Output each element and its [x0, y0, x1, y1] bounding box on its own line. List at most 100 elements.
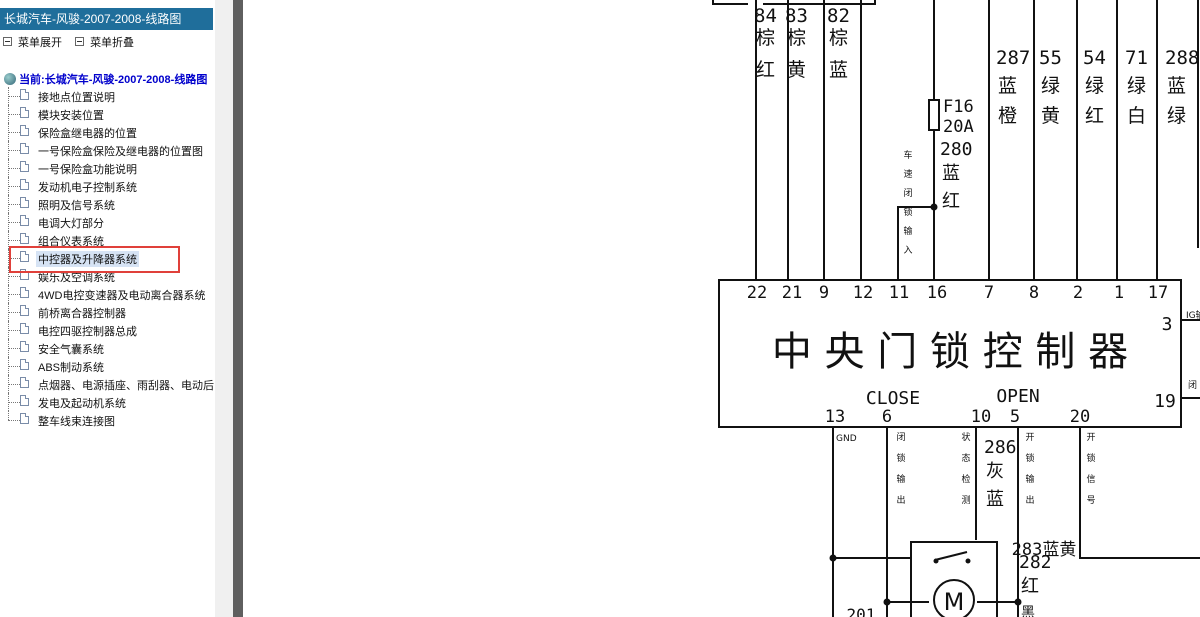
wire-color: 棕: [787, 27, 806, 49]
splitter[interactable]: [215, 0, 235, 617]
unlock-signal-label-char: 号: [1086, 495, 1095, 506]
expand-menu-button[interactable]: 菜单展开: [3, 34, 62, 50]
tree-item-label: 电控四驱控制器总成: [38, 326, 137, 338]
tree-connector: [8, 186, 20, 187]
tree-connector: [8, 168, 20, 169]
wire-color: 蓝: [998, 75, 1017, 97]
tree-item[interactable]: ABS制动系统: [0, 357, 214, 375]
tree-item[interactable]: 保险盒继电器的位置: [0, 123, 214, 141]
document-icon: [20, 143, 29, 154]
lock-output-label-char: 闭: [896, 431, 905, 443]
tree-connector: [8, 384, 20, 385]
wire-color: 蓝: [829, 59, 848, 81]
tree-connector: [8, 204, 20, 205]
lock-output-label-char: 出: [896, 494, 905, 506]
pin-number: 6: [882, 407, 892, 427]
vehicle-speed-label-char: 锁: [903, 206, 912, 218]
sidebar-panel: 长城汽车-风骏-2007-2008-线路图 菜单展开 菜单折叠 当前:长城汽车-…: [0, 0, 215, 617]
wire-color: 红: [1021, 576, 1039, 597]
tree-item[interactable]: 一号保险盒功能说明: [0, 159, 214, 177]
expand-icon: [3, 37, 12, 46]
tree-connector: [8, 240, 20, 241]
wire-color: 黄: [1041, 105, 1060, 127]
wire-color: 红: [942, 191, 960, 212]
unlock-output-label-char: 开: [1025, 432, 1034, 443]
document-icon: [20, 377, 29, 388]
wire-color: 灰: [986, 461, 1004, 482]
junction-dot: [829, 554, 837, 562]
document-icon: [20, 161, 29, 172]
document-icon: [20, 413, 29, 424]
tree-root-label: 当前:长城汽车-风骏-2007-2008-线路图: [19, 74, 208, 86]
unlock-signal-label-char: 开: [1086, 432, 1095, 443]
tree-item[interactable]: 照明及信号系统: [0, 195, 214, 213]
status-detect-label-char: 态: [961, 452, 970, 464]
tree-connector: [8, 312, 20, 313]
tree-item-label: 电调大灯部分: [38, 218, 104, 230]
pin-number: 16: [927, 283, 947, 303]
pin-3: 3: [1162, 314, 1173, 335]
wire-number: 84: [754, 5, 777, 27]
document-icon: [20, 287, 29, 298]
tree-item-label: 整车线束连接图: [38, 416, 115, 428]
switch-contact: [933, 558, 939, 564]
wire-color: 白: [1127, 105, 1146, 127]
tree-item-label: 点烟器、电源插座、雨刮器、电动后: [38, 380, 214, 392]
document-icon: [20, 197, 29, 208]
tree-item[interactable]: 一号保险盒保险及继电器的位置图: [0, 141, 214, 159]
tree-item[interactable]: 电控四驱控制器总成: [0, 321, 214, 339]
unlock-output-label-char: 输: [1025, 473, 1034, 485]
wire-color: 蓝: [986, 489, 1004, 510]
tree-connector: [8, 402, 20, 403]
tree-item-label: 照明及信号系统: [38, 200, 115, 212]
status-detect-label-char: 检: [961, 473, 970, 485]
tree-item[interactable]: 整车线束连接图: [0, 411, 214, 429]
collapse-icon: [75, 37, 85, 46]
tree-item-label: 4WD电控变速器及电动离合器系统: [38, 290, 206, 302]
tree-item[interactable]: 发动机电子控制系统: [0, 177, 214, 195]
diagram-viewer: M 中 央 门 锁 控 制 器 CLOSE OPEN 3 19 IG输 闭 GN…: [243, 0, 1200, 617]
splitter-bar[interactable]: [233, 0, 243, 617]
close-label: CLOSE: [866, 388, 920, 409]
junction-dot: [930, 203, 938, 211]
tree-item[interactable]: 安全气囊系统: [0, 339, 214, 357]
tree-item[interactable]: 点烟器、电源插座、雨刮器、电动后: [0, 375, 214, 393]
tree-item[interactable]: 发电及起动机系统: [0, 393, 214, 411]
fuse-f16: [928, 99, 940, 131]
junction-dot: [883, 598, 891, 606]
collapse-menu-button[interactable]: 菜单折叠: [75, 34, 134, 50]
pin-number: 20: [1070, 407, 1090, 427]
gnd-label: GND: [836, 434, 857, 444]
wire-number: 54: [1083, 47, 1106, 69]
collapse-menu-label: 菜单折叠: [90, 37, 135, 49]
wire-number: 286: [984, 437, 1017, 458]
pin-number: 2: [1073, 283, 1083, 303]
vehicle-speed-label-char: 入: [903, 245, 912, 256]
tree-item-label: 接地点位置说明: [38, 92, 115, 104]
wire-color: 棕: [756, 27, 775, 49]
tree-root[interactable]: 当前:长城汽车-风骏-2007-2008-线路图: [4, 71, 207, 87]
pin-number: 22: [747, 283, 767, 303]
tree-item[interactable]: 电调大灯部分: [0, 213, 214, 231]
status-detect-label-char: 状: [961, 431, 970, 443]
clip-201: 201: [847, 605, 876, 617]
wire-number: 282: [1019, 552, 1052, 573]
document-icon: [20, 233, 29, 244]
wire-color: 红: [756, 59, 775, 81]
unlock-signal-label-char: 锁: [1086, 452, 1095, 464]
wire-color: 绿: [1167, 105, 1186, 127]
tree-item[interactable]: 模块安装位置: [0, 105, 214, 123]
wire-number: 83: [785, 5, 808, 27]
lock-output-label-char: 输: [896, 473, 905, 485]
wire-color: 红: [1085, 105, 1104, 127]
wire-color: 棕: [829, 27, 848, 49]
wiring-diagram: M 中 央 门 锁 控 制 器 CLOSE OPEN 3 19 IG输 闭 GN…: [712, 0, 1200, 617]
wire-number: 82: [827, 5, 850, 27]
tree-item[interactable]: 前桥离合器控制器: [0, 303, 214, 321]
tree-connector: [8, 294, 20, 295]
menu-controls: 菜单展开 菜单折叠: [3, 34, 144, 50]
motor-label: M: [944, 588, 965, 616]
tree-connector: [8, 222, 20, 223]
tree-item[interactable]: 4WD电控变速器及电动离合器系统: [0, 285, 214, 303]
tree-item[interactable]: 接地点位置说明: [0, 87, 214, 105]
